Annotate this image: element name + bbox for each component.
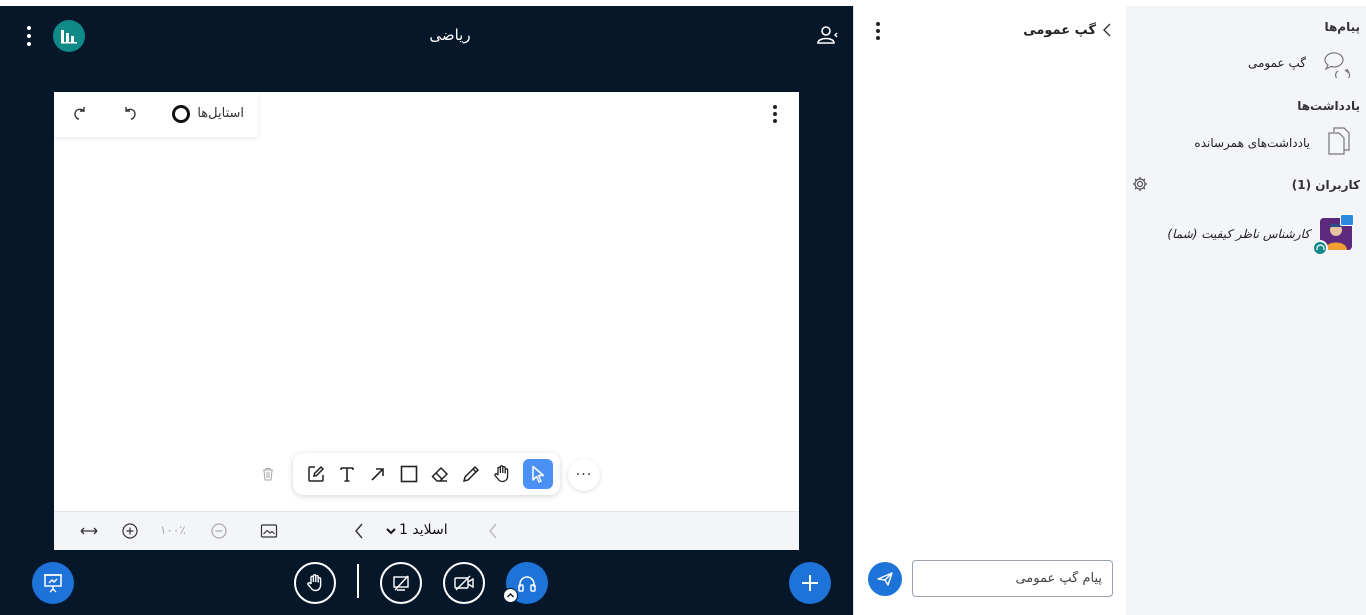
- snapshot-button[interactable]: [258, 521, 280, 541]
- undo-icon: [125, 107, 136, 120]
- presenter-badge: [1340, 214, 1354, 226]
- edit-icon: [308, 465, 325, 482]
- gear-icon: [1133, 177, 1147, 191]
- current-slide-label[interactable]: اسلاید 1: [399, 522, 448, 538]
- chat-options-menu-button[interactable]: [870, 20, 886, 42]
- user-icon: [817, 26, 838, 44]
- video-off-icon: [454, 575, 474, 591]
- signal-bars-icon: [61, 30, 77, 44]
- send-message-button[interactable]: [868, 562, 902, 596]
- image-icon: [260, 524, 278, 538]
- zoom-in-button[interactable]: [120, 521, 140, 541]
- more-tools-button[interactable]: ···: [568, 459, 600, 491]
- meeting-title: ریاضی: [429, 26, 471, 44]
- send-icon: [877, 572, 893, 586]
- public-chat-label: گپ عمومی: [1247, 56, 1306, 70]
- chat-title: گپ عمومی: [1023, 23, 1096, 38]
- cursor-icon: [532, 465, 545, 483]
- user-list-item[interactable]: کارشناس ناظر کیفیت (شما): [1126, 214, 1366, 256]
- plus-icon: [802, 575, 818, 591]
- whiteboard[interactable]: استایل‌ها: [54, 92, 799, 550]
- zoom-in-icon: [122, 523, 138, 539]
- trash-icon: [263, 467, 273, 481]
- arrow-icon: [371, 468, 384, 481]
- chevron-left-icon: [1103, 23, 1111, 37]
- chat-message-input[interactable]: [912, 560, 1113, 597]
- fit-width-button[interactable]: [78, 521, 100, 541]
- messages-heading: پیام‌ها: [1324, 20, 1360, 34]
- chevron-down-icon: [386, 528, 396, 535]
- chat-panel: گپ عمومی: [853, 6, 1126, 615]
- redo-button[interactable]: [70, 104, 90, 124]
- presentation-toolbar: ۱۰۰٪ اسلاید 1: [54, 511, 799, 550]
- rectangle-tool[interactable]: [394, 459, 424, 489]
- previous-slide-button[interactable]: [484, 521, 502, 541]
- meeting-options-menu-button[interactable]: [18, 24, 40, 48]
- text-tool[interactable]: [332, 459, 362, 489]
- public-chat-item[interactable]: گپ عمومی: [1126, 48, 1366, 82]
- chat-close-button[interactable]: [1100, 21, 1114, 39]
- pencil-tool[interactable]: [456, 459, 486, 489]
- slide-dropdown-button[interactable]: [382, 521, 400, 541]
- whiteboard-options-menu-button[interactable]: [751, 92, 799, 136]
- eraser-tool[interactable]: [425, 459, 455, 489]
- camera-button[interactable]: [443, 562, 485, 604]
- select-tool[interactable]: [523, 459, 553, 489]
- actions-plus-button[interactable]: [789, 562, 831, 604]
- edit-tool[interactable]: [301, 459, 331, 489]
- delete-button[interactable]: [256, 462, 280, 486]
- users-heading: کاربران (1): [1291, 178, 1360, 192]
- copy-document-icon: [1326, 126, 1352, 156]
- raise-hand-button[interactable]: [294, 562, 336, 604]
- rectangle-icon: [400, 465, 418, 483]
- hand-icon: [494, 465, 509, 483]
- screen-share-button[interactable]: [380, 562, 422, 604]
- zoom-out-icon: [211, 523, 227, 539]
- shared-notes-label: یادداشت‌های همرسانده: [1194, 136, 1310, 150]
- presentation-icon: [44, 574, 62, 593]
- zoom-level: ۱۰۰٪: [160, 523, 186, 537]
- eraser-icon: [431, 466, 449, 482]
- zoom-out-button[interactable]: [209, 521, 229, 541]
- chevron-left-icon: [355, 523, 363, 539]
- arrow-tool[interactable]: [363, 459, 393, 489]
- fit-width-icon: [80, 527, 98, 535]
- chevron-left-icon: [489, 523, 497, 539]
- undo-button[interactable]: [120, 104, 140, 124]
- next-slide-button[interactable]: [350, 521, 368, 541]
- meeting-area: ریاضی استایل‌ها: [0, 6, 853, 615]
- connection-status-button[interactable]: [53, 20, 85, 52]
- stroke-style-indicator[interactable]: [172, 105, 190, 123]
- chat-header: گپ عمومی: [854, 6, 1126, 56]
- headphones-icon: [518, 576, 536, 592]
- styles-menu-label[interactable]: استایل‌ها: [197, 106, 244, 121]
- audio-options-button[interactable]: [503, 588, 518, 603]
- drawing-tool-dock: [293, 453, 560, 495]
- headphones-icon: [1312, 240, 1328, 256]
- user-name: کارشناس ناظر کیفیت (شما): [1167, 227, 1310, 241]
- chevron-up-icon: [507, 593, 514, 598]
- screen-share-off-icon: [393, 575, 409, 591]
- text-icon: [340, 467, 354, 482]
- toggle-userlist-button[interactable]: [812, 22, 840, 48]
- hand-icon: [307, 574, 322, 592]
- redo-icon: [74, 107, 85, 120]
- notes-heading: یادداشت‌ها: [1297, 99, 1360, 113]
- chat-bubbles-icon: [1322, 48, 1352, 82]
- pan-tool[interactable]: [487, 459, 517, 489]
- whiteboard-style-bar: استایل‌ها: [54, 92, 258, 137]
- shared-notes-item[interactable]: یادداشت‌های همرسانده: [1126, 126, 1366, 160]
- users-settings-button[interactable]: [1132, 176, 1148, 192]
- presentation-toggle-button[interactable]: [32, 562, 74, 604]
- pencil-icon: [462, 465, 480, 483]
- userlist-panel: پیام‌ها گپ عمومی یادداشت‌ها یادداشت‌های …: [1126, 6, 1366, 615]
- actions-divider: [357, 564, 359, 598]
